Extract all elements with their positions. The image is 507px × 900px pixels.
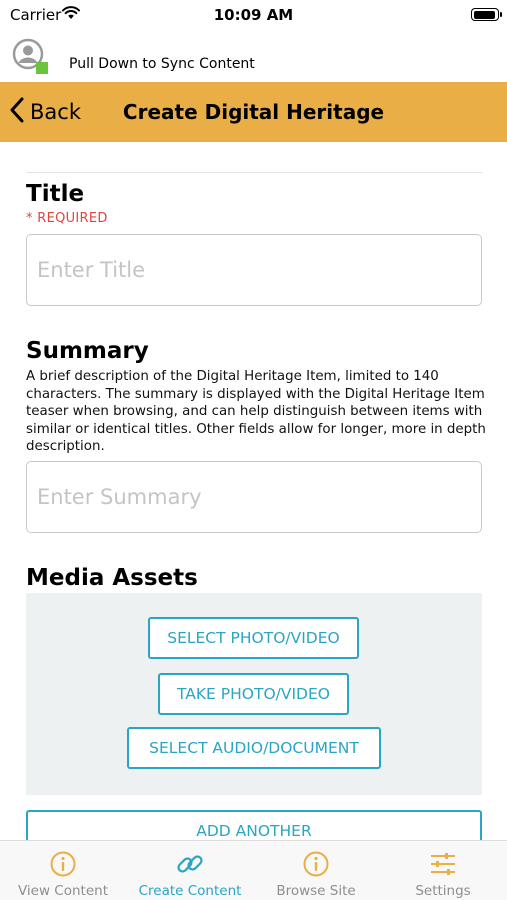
info-circle-icon — [49, 850, 77, 878]
title-input[interactable] — [27, 235, 481, 305]
tab-settings[interactable]: Settings — [380, 841, 506, 900]
select-audio-document-button[interactable]: SELECT AUDIO/DOCUMENT — [127, 727, 381, 769]
summary-section-label: Summary — [26, 338, 149, 364]
page-title: Create Digital Heritage — [122, 100, 385, 124]
tab-create-content[interactable]: Create Content — [127, 841, 253, 900]
info-circle-icon — [302, 850, 330, 878]
title-field[interactable] — [26, 234, 482, 306]
sync-bar[interactable]: Pull Down to Sync Content — [0, 36, 507, 80]
media-assets-panel: SELECT PHOTO/VIDEO TAKE PHOTO/VIDEO SELE… — [26, 593, 482, 795]
summary-description: A brief description of the Digital Herit… — [26, 369, 486, 455]
tab-bar: View Content Create Content Browse Site — [0, 840, 507, 900]
tab-browse-site[interactable]: Browse Site — [253, 841, 379, 900]
summary-input[interactable] — [27, 462, 481, 532]
battery-icon — [471, 8, 502, 21]
sliders-icon — [429, 850, 457, 878]
sync-status-text: Pull Down to Sync Content — [69, 56, 255, 72]
status-bar: Carrier 10:09 AM — [0, 0, 507, 30]
tab-label: Settings — [415, 883, 471, 899]
media-assets-label: Media Assets — [26, 565, 198, 591]
clock: 10:09 AM — [213, 6, 294, 24]
tab-label: View Content — [17, 883, 109, 899]
tab-label: Create Content — [138, 883, 242, 899]
tab-label: Browse Site — [276, 883, 356, 899]
link-icon — [176, 850, 204, 878]
divider — [26, 172, 482, 173]
navigation-bar: Back Create Digital Heritage — [0, 82, 507, 142]
summary-field[interactable] — [26, 461, 482, 533]
title-section-label: Title — [26, 181, 85, 207]
take-photo-video-button[interactable]: TAKE PHOTO/VIDEO — [158, 673, 349, 715]
tab-view-content[interactable]: View Content — [0, 841, 126, 900]
select-photo-video-button[interactable]: SELECT PHOTO/VIDEO — [148, 617, 359, 659]
user-avatar-icon[interactable] — [12, 38, 48, 74]
required-indicator: * REQUIRED — [26, 211, 108, 226]
